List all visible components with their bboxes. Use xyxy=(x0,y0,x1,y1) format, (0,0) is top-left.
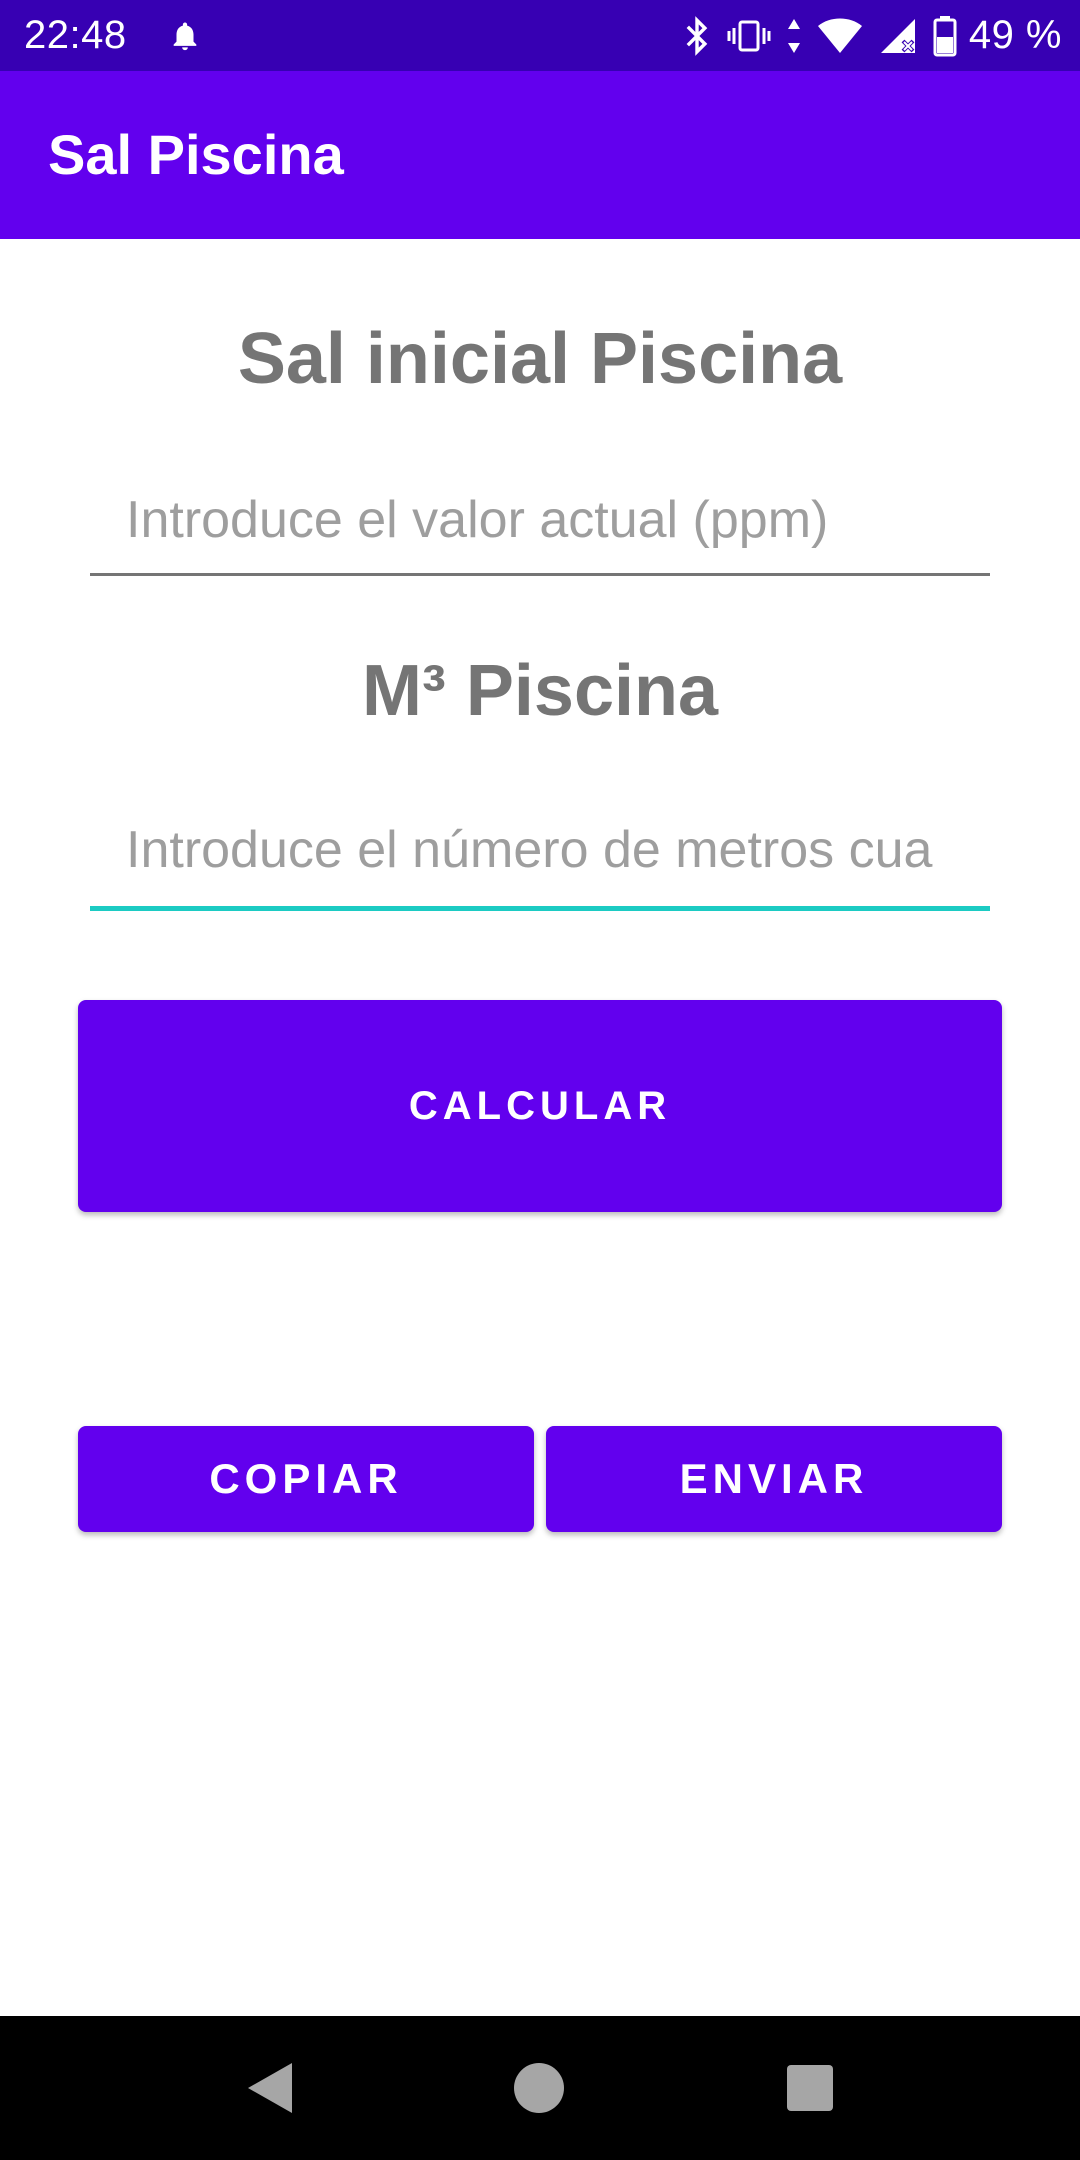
vibrate-icon xyxy=(727,18,771,54)
bluetooth-icon xyxy=(681,15,713,57)
salt-ppm-input[interactable] xyxy=(90,470,990,570)
salt-input-field[interactable] xyxy=(90,470,990,576)
app-bar: Sal Piscina xyxy=(0,71,1080,239)
volume-section-title: M³ Piscina xyxy=(361,651,719,731)
back-icon[interactable] xyxy=(210,2016,330,2160)
battery-icon xyxy=(933,15,957,57)
data-arrows-icon xyxy=(785,16,803,56)
status-time: 22:48 xyxy=(24,13,127,57)
app-title: Sal Piscina xyxy=(48,123,344,186)
recents-icon[interactable] xyxy=(750,2016,870,2160)
enviar-button[interactable]: ENVIAR xyxy=(546,1426,1002,1532)
cell-signal-icon xyxy=(877,15,919,57)
copiar-button[interactable]: COPIAR xyxy=(78,1426,534,1532)
home-icon[interactable] xyxy=(479,2016,599,2160)
notification-bell-icon xyxy=(168,18,202,54)
calcular-button[interactable]: CALCULAR xyxy=(78,1000,1002,1212)
volume-input-field[interactable] xyxy=(90,800,990,911)
salt-section-title: Sal inicial Piscina xyxy=(237,319,843,399)
navigation-bar xyxy=(0,2016,1080,2160)
salt-input-underline xyxy=(90,573,990,576)
status-bar: 22:48 49 % xyxy=(0,0,1080,71)
battery-percent: 49 % xyxy=(968,13,1062,57)
volume-m3-input[interactable] xyxy=(90,800,990,900)
volume-input-underline xyxy=(90,906,990,911)
wifi-icon xyxy=(817,17,863,55)
